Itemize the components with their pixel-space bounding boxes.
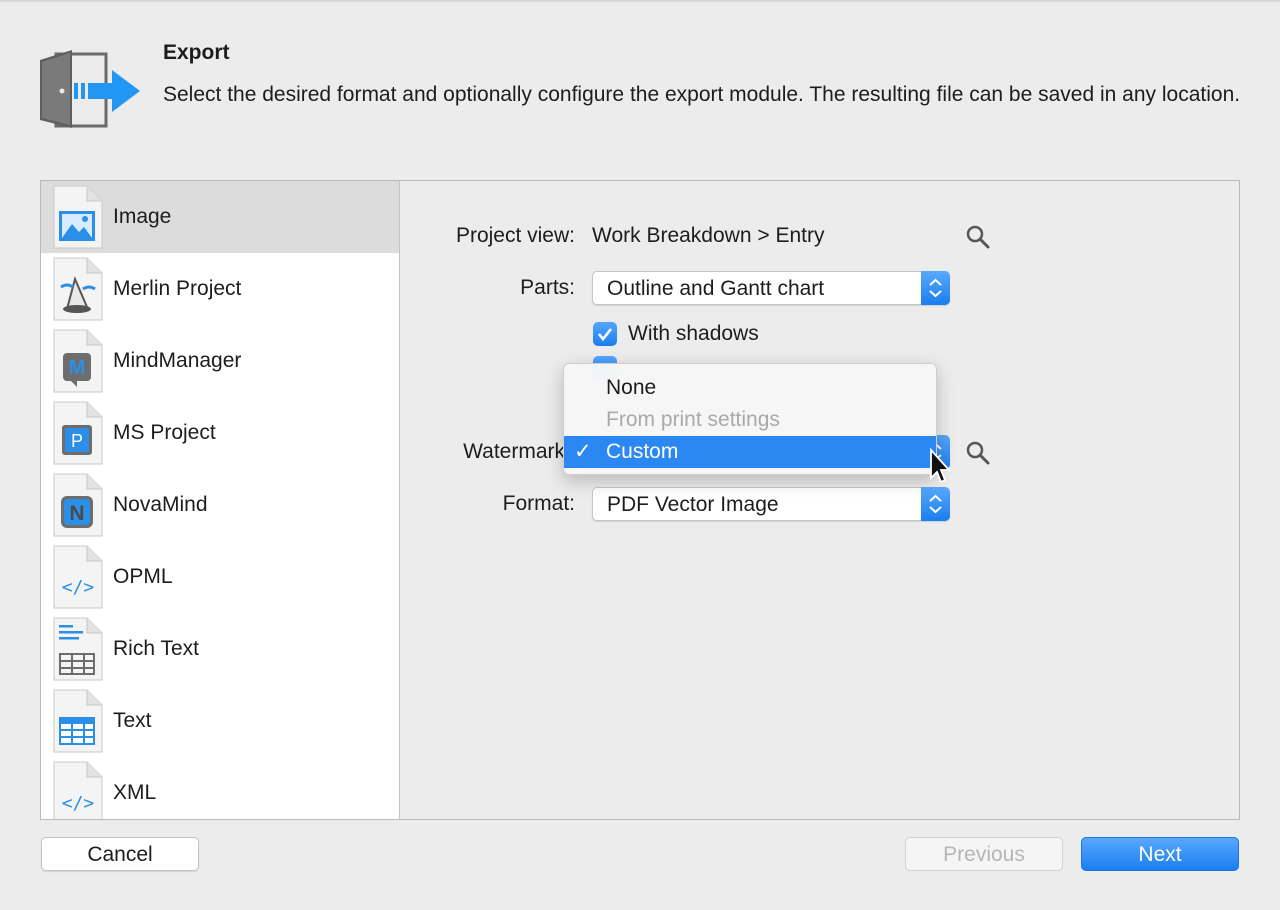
sidebar-item-novamind[interactable]: N NovaMind <box>41 469 399 541</box>
mindmanager-file-icon: M <box>53 329 103 393</box>
parts-label: Parts: <box>520 276 575 299</box>
menu-item-label: From print settings <box>606 408 780 431</box>
with-shadows-checkbox[interactable] <box>593 322 617 346</box>
novamind-file-icon: N <box>53 473 103 537</box>
merlin-project-file-icon <box>53 257 103 321</box>
sidebar-item-label: Text <box>113 709 152 732</box>
select-arrows-icon <box>921 487 950 521</box>
project-view-label: Project view: <box>455 224 575 247</box>
project-view-value: Work Breakdown > Entry <box>592 224 825 247</box>
sidebar-item-opml[interactable]: </> OPML <box>41 541 399 613</box>
select-arrows-icon <box>921 271 950 305</box>
sidebar-item-label: Rich Text <box>113 637 199 660</box>
format-list: Image Merlin Project M MindManager P MS … <box>41 181 400 819</box>
previous-button[interactable]: Previous <box>905 837 1063 871</box>
svg-text:N: N <box>69 502 84 525</box>
window-top-edge <box>0 0 1280 3</box>
search-icon[interactable] <box>965 440 991 466</box>
sidebar-item-label: OPML <box>113 565 173 588</box>
rich-text-file-icon <box>53 617 103 681</box>
format-select[interactable]: PDF Vector Image <box>592 487 950 521</box>
watermark-menu: None From print settings ✓ Custom <box>563 363 937 475</box>
watermark-label: Watermark <box>463 440 565 463</box>
sidebar-item-label: Image <box>113 205 172 228</box>
export-door-icon <box>40 50 140 128</box>
sidebar-item-xml[interactable]: </> XML <box>41 757 399 819</box>
cancel-button[interactable]: Cancel <box>41 837 199 871</box>
with-shadows-label: With shadows <box>628 322 759 345</box>
sidebar-item-label: XML <box>113 781 157 804</box>
sidebar-item-merlin-project[interactable]: Merlin Project <box>41 253 399 325</box>
next-button[interactable]: Next <box>1081 837 1239 871</box>
parts-select[interactable]: Outline and Gantt chart <box>592 271 950 305</box>
menu-item-custom[interactable]: ✓ Custom <box>564 436 936 468</box>
menu-item-label: None <box>606 376 657 399</box>
dialog-title: Export <box>163 41 230 64</box>
svg-text:</>: </> <box>62 577 95 598</box>
sidebar-item-text[interactable]: Text <box>41 685 399 757</box>
mouse-cursor-icon <box>930 448 952 484</box>
text-file-icon <box>53 689 103 753</box>
sidebar-item-label: MindManager <box>113 349 242 372</box>
menu-item-none[interactable]: None <box>564 372 936 404</box>
checkmark-icon: ✓ <box>574 440 592 463</box>
sidebar-item-ms-project[interactable]: P MS Project <box>41 397 399 469</box>
sidebar-item-label: NovaMind <box>113 493 208 516</box>
ms-project-file-icon: P <box>53 401 103 465</box>
sidebar-item-rich-text[interactable]: Rich Text <box>41 613 399 685</box>
xml-file-icon: </> <box>53 761 103 819</box>
sidebar-item-label: MS Project <box>113 421 216 444</box>
menu-item-label: Custom <box>606 440 679 463</box>
format-select-value: PDF Vector Image <box>607 493 779 516</box>
svg-text:P: P <box>71 431 83 451</box>
parts-select-value: Outline and Gantt chart <box>607 277 825 300</box>
sidebar-item-label: Merlin Project <box>113 277 242 300</box>
dialog-description: Select the desired format and optionally… <box>163 83 1241 106</box>
search-icon[interactable] <box>965 224 991 250</box>
checkmark-icon <box>597 328 613 342</box>
svg-text:</>: </> <box>62 793 95 814</box>
image-file-icon <box>53 185 103 249</box>
opml-file-icon: </> <box>53 545 103 609</box>
menu-item-from-print-settings: From print settings <box>564 404 936 436</box>
sidebar-item-mindmanager[interactable]: M MindManager <box>41 325 399 397</box>
svg-text:M: M <box>69 357 86 379</box>
format-label: Format: <box>502 492 575 515</box>
sidebar-item-image[interactable]: Image <box>41 181 399 253</box>
